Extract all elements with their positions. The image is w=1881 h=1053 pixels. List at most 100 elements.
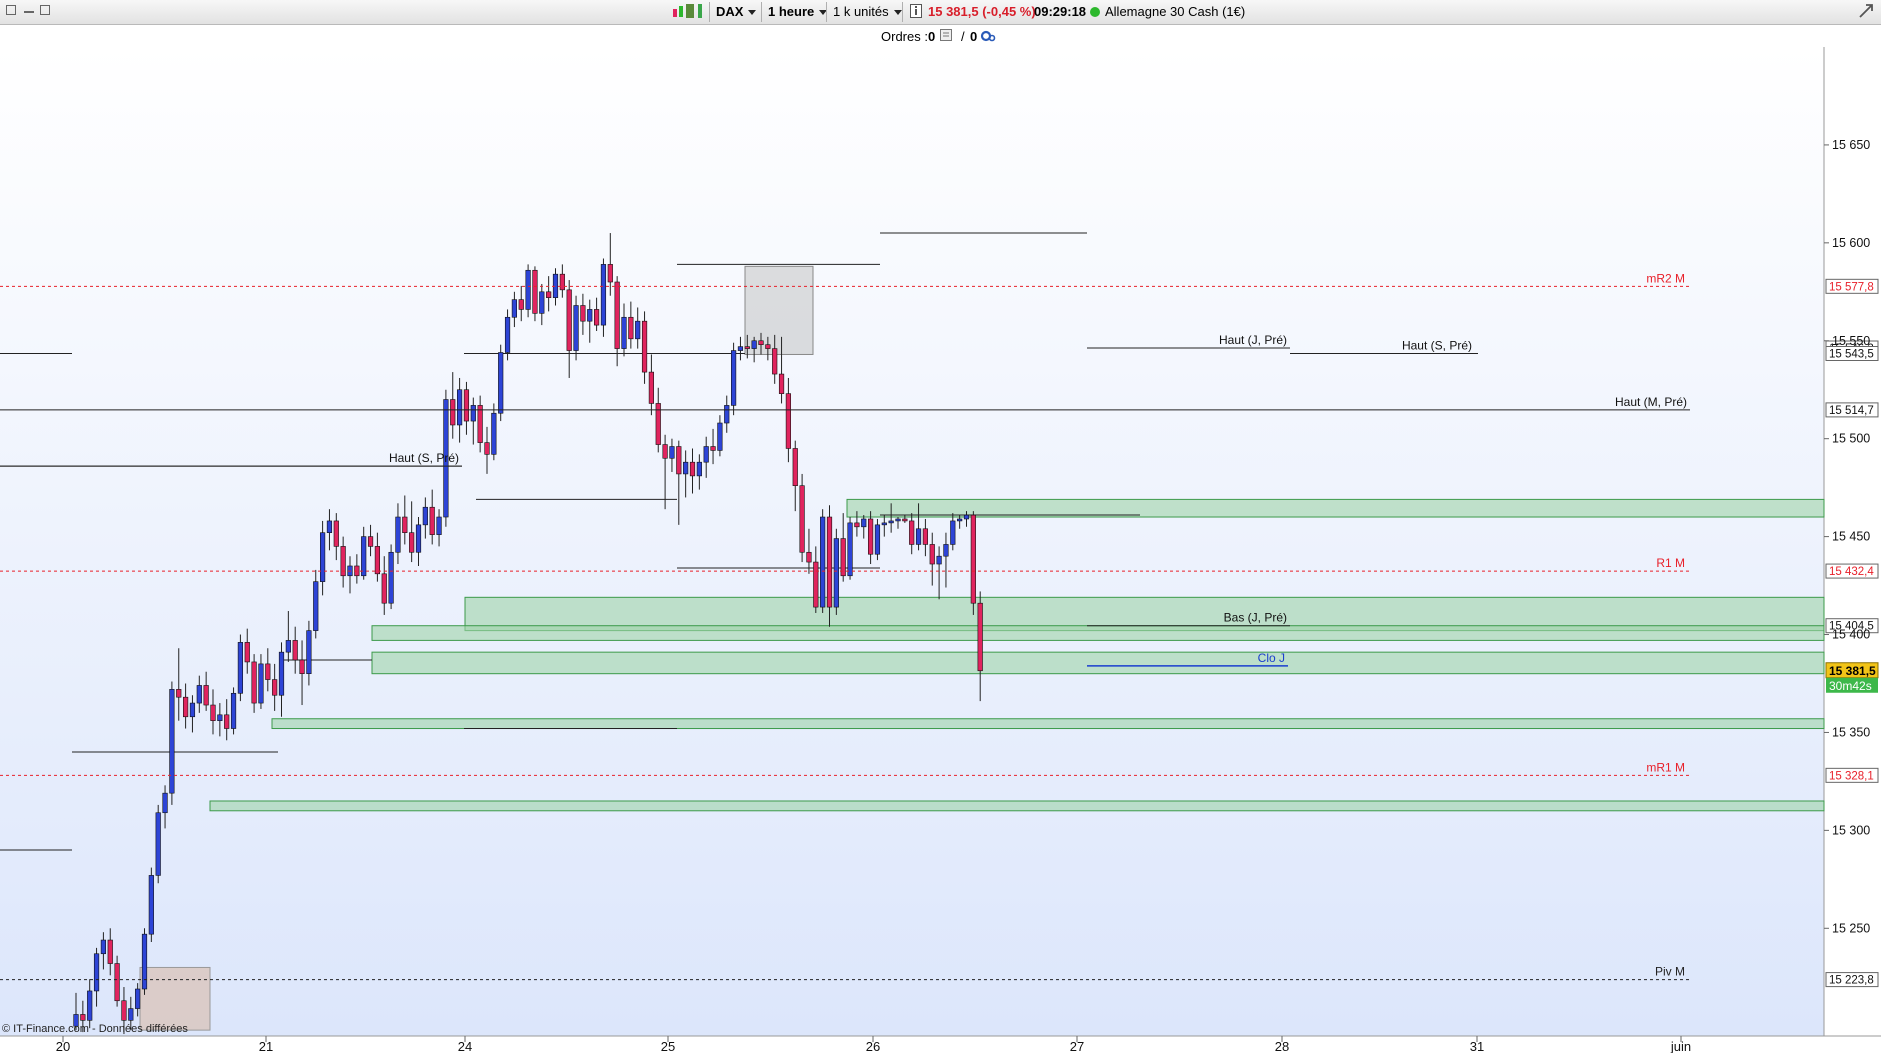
candle-body — [840, 538, 846, 577]
x-tick-label: 25 — [661, 1039, 675, 1053]
candle-body — [970, 514, 976, 604]
candle-body — [395, 516, 401, 553]
orders-count-1: 0 — [928, 29, 936, 44]
candle-body — [498, 352, 504, 414]
candle-body — [511, 299, 517, 318]
orders-label: Ordres : — [881, 29, 928, 44]
candle-body — [374, 546, 381, 575]
candle-body — [87, 990, 93, 1021]
timeframe-select[interactable]: 1 heure — [768, 4, 828, 19]
candle-body — [943, 544, 949, 557]
candle-body — [450, 399, 456, 426]
level-value: 15 432,4 — [1829, 566, 1874, 578]
candle-body — [381, 573, 387, 604]
info-icon[interactable] — [910, 4, 922, 21]
orders-count-2: 0 — [970, 29, 978, 44]
candle-body — [915, 528, 922, 545]
candle-body — [470, 405, 476, 422]
demand-zone — [209, 800, 1825, 812]
candle-body — [491, 412, 497, 455]
candle-body — [224, 714, 230, 729]
candle-body — [422, 506, 428, 526]
demand-zone — [371, 625, 1825, 641]
candle-body — [176, 689, 182, 698]
candle-body — [135, 988, 141, 1009]
orders-slash: / — [961, 29, 965, 44]
candle-body — [922, 528, 928, 545]
candle-body — [162, 792, 168, 814]
candle-body — [676, 446, 682, 475]
candle-body — [306, 630, 312, 674]
candle-body — [573, 305, 579, 351]
candle-body — [80, 1014, 86, 1021]
y-tick-label: 15 250 — [1832, 921, 1870, 935]
demand-zone — [371, 651, 1825, 675]
y-tick-label: 15 500 — [1832, 432, 1870, 446]
x-tick-label: 31 — [1470, 1039, 1484, 1053]
demand-zone — [271, 718, 1825, 730]
x-tick-label: juin — [1670, 1039, 1691, 1053]
level-value: 15 543,5 — [1829, 348, 1874, 360]
candle-body — [813, 561, 819, 608]
candle-body — [169, 689, 175, 794]
instrument-label: Allemagne 30 Cash (1€) — [1105, 4, 1246, 19]
candle-body — [210, 704, 216, 721]
level-label: Piv M — [1655, 965, 1685, 979]
candle-body — [703, 446, 709, 463]
level-label: Haut (M, Pré) — [1615, 395, 1687, 409]
candle-body — [93, 953, 100, 992]
candle-body — [895, 518, 901, 522]
candle-body — [936, 555, 942, 565]
candle-body — [258, 663, 264, 704]
candle-body — [121, 1000, 127, 1021]
gear-icon[interactable] — [980, 29, 996, 46]
level-label: R1 M — [1656, 556, 1685, 570]
x-axis-labels: 20 21 24 25 26 27 28 31 juin — [56, 1036, 1691, 1053]
candle-body — [874, 524, 881, 555]
price-chart[interactable]: mR2 M R1 M mR1 M Piv M Haut (J, Pré) Haut (S,… — [0, 47, 1881, 1053]
level-value: 15 223,8 — [1829, 975, 1874, 987]
level-label: mR2 M — [1646, 271, 1685, 285]
instrument-name: Allemagne 30 Cash (1€) — [1090, 4, 1245, 19]
candle-body — [724, 405, 730, 424]
candle-body — [730, 350, 737, 406]
candle-body — [518, 299, 524, 310]
symbol-label: DAX — [716, 4, 744, 19]
candle-body — [148, 875, 154, 935]
candle-body — [285, 640, 291, 653]
candle-body — [477, 405, 483, 443]
candle-body — [299, 659, 305, 674]
x-tick-label: 28 — [1275, 1039, 1289, 1053]
candle-body — [100, 939, 106, 955]
chart-type-icon[interactable] — [672, 3, 718, 22]
level-label: mR1 M — [1646, 760, 1685, 774]
candle-body — [463, 389, 470, 422]
minimize-icon[interactable] — [24, 5, 34, 13]
candle-body — [429, 506, 435, 535]
clock-time: 09:29:18 — [1034, 4, 1087, 19]
expand-icon[interactable] — [1858, 3, 1874, 22]
y-tick-label: 15 400 — [1832, 628, 1870, 642]
units-select[interactable]: 1 k unités — [833, 4, 902, 19]
units-label: 1 k unités — [833, 4, 889, 19]
candle-body — [977, 602, 983, 672]
candle-body — [902, 518, 908, 522]
candle-body — [826, 516, 833, 608]
close-icon[interactable] — [6, 5, 16, 15]
candle-body — [614, 281, 620, 349]
symbol-select[interactable]: DAX — [716, 4, 757, 19]
restore-icon[interactable] — [40, 5, 50, 15]
candle-body — [662, 444, 668, 459]
candle-body — [272, 679, 278, 696]
orders-doc-icon[interactable] — [940, 29, 952, 44]
candle-body — [189, 702, 196, 718]
candle-body — [415, 524, 422, 553]
candle-body — [546, 291, 552, 298]
candle-body — [758, 340, 764, 345]
candle-body — [587, 309, 593, 322]
candle-body — [957, 518, 963, 522]
y-tick-label: 15 650 — [1832, 138, 1870, 152]
candle-body — [710, 446, 716, 451]
candle-body — [847, 522, 853, 577]
candle-body — [559, 273, 565, 291]
